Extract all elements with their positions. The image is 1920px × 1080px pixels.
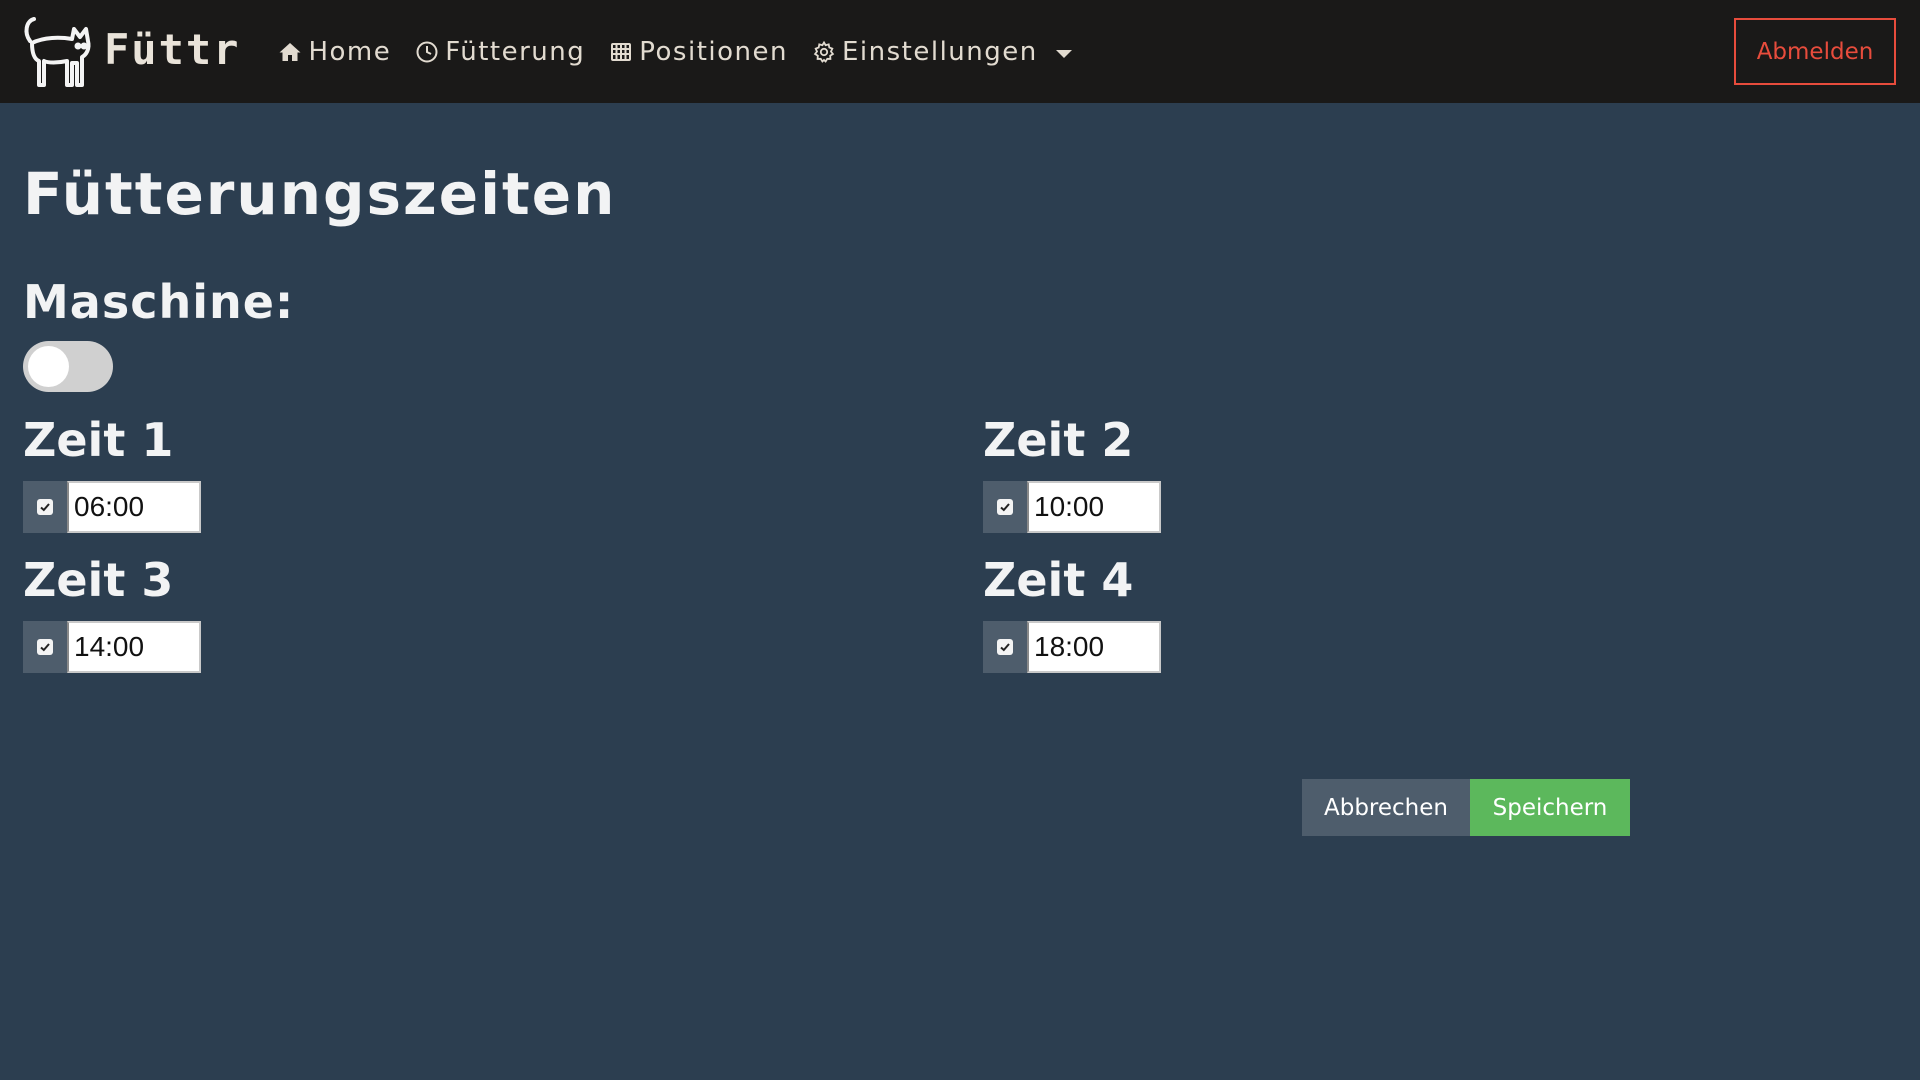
brand-name: Füttr	[104, 25, 241, 74]
check-icon	[1000, 503, 1010, 512]
clock-icon	[415, 40, 439, 64]
check-icon	[1000, 643, 1010, 652]
time-enabled-checkbox[interactable]	[37, 639, 53, 655]
save-button[interactable]: Speichern	[1470, 779, 1630, 836]
nav-item-label: Home	[308, 36, 392, 67]
time-input-group	[23, 481, 423, 533]
checkbox-addon	[983, 481, 1027, 533]
time-input-group	[983, 621, 1383, 673]
nav-item-label: Positionen	[639, 36, 788, 67]
time-input-1[interactable]	[67, 481, 201, 533]
toggle-knob	[28, 346, 69, 387]
nav-item-positions[interactable]: Positionen	[597, 0, 800, 103]
time-slot-4: Zeit 4	[983, 553, 1383, 673]
checkbox-addon	[23, 481, 67, 533]
nav-item-settings[interactable]: Einstellungen	[800, 0, 1084, 103]
nav-item-label: Fütterung	[445, 36, 586, 67]
cancel-button[interactable]: Abbrechen	[1302, 779, 1470, 836]
time-input-4[interactable]	[1027, 621, 1161, 673]
check-icon	[40, 503, 50, 512]
form-actions: Abbrechen Speichern	[1302, 779, 1630, 836]
page-title: Fütterungszeiten	[23, 160, 617, 228]
time-slot-2: Zeit 2	[983, 413, 1383, 533]
time-label: Zeit 3	[23, 553, 174, 607]
chevron-down-icon	[1055, 49, 1072, 58]
nav-item-label: Einstellungen	[841, 36, 1038, 67]
time-label: Zeit 2	[983, 413, 1134, 467]
home-icon	[278, 40, 302, 64]
gear-icon	[812, 40, 836, 64]
time-input-2[interactable]	[1027, 481, 1161, 533]
machine-toggle[interactable]	[23, 341, 113, 392]
time-input-group	[983, 481, 1383, 533]
time-input-group	[23, 621, 423, 673]
checkbox-addon	[23, 621, 67, 673]
time-slot-1: Zeit 1	[23, 413, 423, 533]
machine-label: Maschine:	[23, 275, 295, 329]
checkbox-addon	[983, 621, 1027, 673]
nav-menu: Home Fütterung Positionen Einstellungen	[266, 0, 1083, 103]
check-icon	[40, 643, 50, 652]
brand-link[interactable]: Füttr	[22, 0, 240, 103]
time-enabled-checkbox[interactable]	[997, 499, 1013, 515]
time-label: Zeit 4	[983, 553, 1134, 607]
grid-icon	[609, 40, 633, 64]
navbar: Füttr Home Fütterung Positionen Einstell…	[0, 0, 1920, 103]
time-input-3[interactable]	[67, 621, 201, 673]
nav-item-feeding[interactable]: Fütterung	[403, 0, 597, 103]
time-enabled-checkbox[interactable]	[37, 499, 53, 515]
time-label: Zeit 1	[23, 413, 174, 467]
logout-button[interactable]: Abmelden	[1734, 18, 1896, 85]
cat-logo-icon	[22, 15, 96, 89]
time-enabled-checkbox[interactable]	[997, 639, 1013, 655]
nav-item-home[interactable]: Home	[266, 0, 403, 103]
time-slot-3: Zeit 3	[23, 553, 423, 673]
